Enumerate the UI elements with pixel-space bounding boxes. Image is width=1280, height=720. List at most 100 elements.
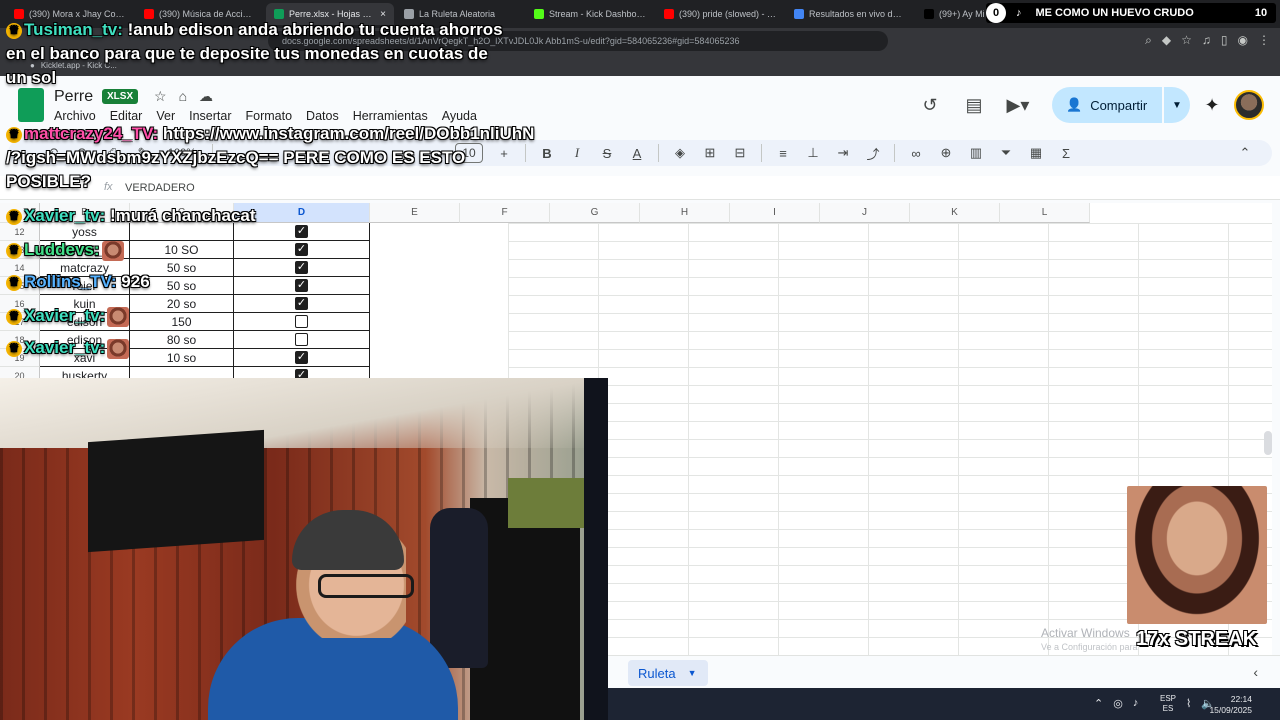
star-icon[interactable]: ☆ xyxy=(154,88,167,105)
cell-checkbox[interactable]: ✓ xyxy=(234,295,370,313)
decrease-font-size-icon[interactable]: − xyxy=(419,146,449,161)
menu-item[interactable]: Formato xyxy=(246,109,293,123)
menu-item[interactable]: Herramientas xyxy=(353,109,428,123)
column-header[interactable]: H xyxy=(640,203,730,223)
menu-item[interactable]: Insertar xyxy=(189,109,231,123)
column-header[interactable]: I xyxy=(730,203,820,223)
cell-checkbox[interactable]: ✓ xyxy=(234,349,370,367)
cell-name[interactable]: matcrazy xyxy=(40,259,130,277)
cell-checkbox[interactable] xyxy=(234,331,370,349)
chevron-up-icon[interactable]: ⌃ xyxy=(1094,697,1103,710)
row-header[interactable]: 16 xyxy=(0,295,40,313)
url-field[interactable]: docs.google.com/spreadsheets/d/1AnVrQegk… xyxy=(268,31,888,51)
insert-link-icon[interactable]: ∞ xyxy=(901,146,931,161)
cell-checkbox[interactable]: ✓ xyxy=(234,277,370,295)
column-header[interactable]: B xyxy=(40,203,130,223)
cell-amount[interactable]: 50 so xyxy=(130,259,234,277)
cell-amount[interactable]: 10 so xyxy=(130,349,234,367)
cell-amount[interactable]: 20 so xyxy=(130,295,234,313)
column-header[interactable]: G xyxy=(550,203,640,223)
text-wrap-icon[interactable]: ⇥ xyxy=(828,145,858,161)
avatar[interactable] xyxy=(1234,90,1264,120)
bookmark-kicklet[interactable]: Kicklet.app - Kick C... xyxy=(41,61,117,70)
menu-dots-icon[interactable]: ⋮ xyxy=(1258,33,1270,48)
cell-name[interactable]: edison xyxy=(40,313,130,331)
system-clock[interactable]: 22:14 15/09/2025 xyxy=(1209,694,1252,716)
cell-name[interactable]: yoss xyxy=(40,223,130,241)
italic-icon[interactable]: I xyxy=(562,145,592,161)
menu-item[interactable]: Ver xyxy=(156,109,175,123)
document-title[interactable]: Perre xyxy=(54,88,93,106)
history-icon[interactable]: ↺ xyxy=(908,95,952,116)
checkbox[interactable] xyxy=(295,333,308,346)
checkbox[interactable]: ✓ xyxy=(295,261,308,274)
browser-tab[interactable]: (390) Música de Acción y xyxy=(136,3,264,25)
vertical-align-icon[interactable]: ⊥ xyxy=(798,145,828,161)
row-header[interactable]: 12 xyxy=(0,223,40,241)
undo-icon[interactable]: ↶ xyxy=(38,145,68,161)
horizontal-align-icon[interactable]: ≡ xyxy=(768,146,798,161)
paint-format-icon[interactable]: ✎ xyxy=(128,145,158,161)
print-icon[interactable]: ⎙ xyxy=(98,145,128,161)
search-menus-icon[interactable]: ⌕ xyxy=(8,145,38,161)
column-header[interactable]: E xyxy=(370,203,460,223)
cell-name[interactable]: kuin xyxy=(40,295,130,313)
browser-tab[interactable]: (390) Mora x Jhay Cortez xyxy=(6,3,134,25)
cell-name[interactable]: xavi xyxy=(40,349,130,367)
browser-tab[interactable]: Perre.xlsx - Hojas de c × xyxy=(266,3,394,25)
zoom-select[interactable]: 100% xyxy=(158,147,206,159)
column-header[interactable]: L xyxy=(1000,203,1090,223)
row-header[interactable]: 15 xyxy=(0,277,40,295)
cell-amount[interactable]: 80 so xyxy=(130,331,234,349)
filter-icon[interactable]: ⏷ xyxy=(991,145,1021,161)
bold-icon[interactable]: B xyxy=(532,146,562,161)
menu-item[interactable]: Datos xyxy=(306,109,339,123)
collapse-toolbar-icon[interactable]: ⌃ xyxy=(1230,145,1260,161)
browser-tab[interactable]: (390) pride (slowed) - You xyxy=(656,3,784,25)
network-icon[interactable]: ◎ xyxy=(1113,697,1123,710)
row-header[interactable]: 17 xyxy=(0,313,40,331)
checkbox[interactable]: ✓ xyxy=(295,279,308,292)
column-header[interactable]: F xyxy=(460,203,550,223)
checkbox[interactable] xyxy=(295,315,308,328)
browser-tab[interactable]: Stream - Kick Dashboard xyxy=(526,3,654,25)
increase-font-size-icon[interactable]: + xyxy=(489,146,519,161)
meet-camera-icon[interactable]: ▶▾ xyxy=(996,95,1040,116)
menu-item[interactable]: Ayuda xyxy=(442,109,477,123)
move-folder-icon[interactable]: ⌂ xyxy=(179,88,187,105)
filter-views-icon[interactable]: ▦ xyxy=(1021,145,1051,161)
checkbox[interactable]: ✓ xyxy=(295,351,308,364)
cell-name[interactable]: edison xyxy=(40,331,130,349)
cell-checkbox[interactable]: ✓ xyxy=(234,223,370,241)
checkbox[interactable]: ✓ xyxy=(295,297,308,310)
cell-amount[interactable]: 50 so xyxy=(130,277,234,295)
cell-checkbox[interactable]: ✓ xyxy=(234,241,370,259)
cell-name[interactable]: roier xyxy=(40,277,130,295)
share-button[interactable]: 👤 Compartir xyxy=(1052,87,1162,123)
select-all-corner[interactable] xyxy=(0,203,40,223)
close-tab-icon[interactable]: × xyxy=(380,9,386,20)
sidepanel-icon[interactable]: ▯ xyxy=(1221,33,1228,48)
comments-icon[interactable]: ▤ xyxy=(952,95,996,116)
cell-checkbox[interactable]: ✓ xyxy=(234,259,370,277)
cell-amount[interactable]: 150 xyxy=(130,313,234,331)
chevron-down-icon[interactable]: ▼ xyxy=(688,668,697,678)
merge-cells-icon[interactable]: ⊟ xyxy=(725,145,755,161)
row-header[interactable]: 14 xyxy=(0,259,40,277)
redo-icon[interactable]: ↷ xyxy=(68,145,98,161)
chevron-left-icon[interactable]: ‹ xyxy=(1253,664,1258,680)
vertical-scrollbar[interactable] xyxy=(1264,431,1272,455)
menu-item[interactable]: Editar xyxy=(110,109,143,123)
cell-name[interactable]: STRIKE_TV xyxy=(40,241,130,259)
cell-amount[interactable] xyxy=(130,223,234,241)
wifi-icon[interactable]: ⌇ xyxy=(1186,697,1191,710)
row-header[interactable]: 13 xyxy=(0,241,40,259)
gemini-icon[interactable]: ✦ xyxy=(1190,95,1234,116)
cell-amount[interactable]: 10 SO xyxy=(130,241,234,259)
borders-icon[interactable]: ⊞ xyxy=(695,145,725,161)
text-color-icon[interactable]: A xyxy=(622,146,652,161)
extension-icon[interactable]: ◆ xyxy=(1162,33,1171,48)
bookmark-star-icon[interactable]: ☆ xyxy=(1181,33,1192,48)
strikethrough-icon[interactable]: S xyxy=(592,146,622,161)
cell-checkbox[interactable] xyxy=(234,313,370,331)
